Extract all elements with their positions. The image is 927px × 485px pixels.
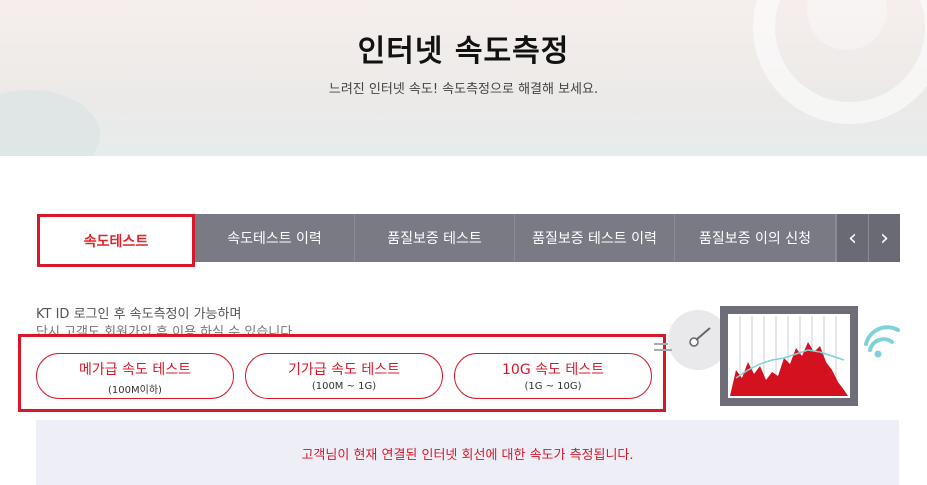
button-range: (100M ~ 1G) [311,381,377,392]
tab-label: 품질보증 테스트 [387,231,482,247]
chevron-left-icon[interactable]: ‹ [836,214,868,262]
button-label: 메가급 속도 테스트 [79,362,191,378]
login-notice: KT ID 로그인 후 속도측정이 가능하며 단시 고객도 회원가입 후 이용 … [36,306,296,336]
measurement-info-bar: 고객님이 현재 연결된 인터넷 회선에 대한 속도가 측정됩니다. [36,420,899,485]
tab-speed-test-history[interactable]: 속도테스트 이력 [195,214,355,262]
button-label: 10G 속도 테스트 [502,362,604,378]
notice-line-1: KT ID 로그인 후 속도측정이 가능하며 [36,307,242,322]
chevron-right-glyph: › [880,225,889,251]
measurement-info-text: 고객님이 현재 연결된 인터넷 회선에 대한 속도가 측정됩니다. [301,448,634,463]
wifi-icon-dot [874,350,882,358]
chevron-left-glyph: ‹ [848,225,857,251]
10g-speed-test-button[interactable]: 10G 속도 테스트 (1G ~ 10G) [454,353,652,399]
speed-meter-illustration [654,306,900,406]
chevron-right-icon[interactable]: › [868,214,900,262]
page-header: 인터넷 속도측정 느려진 인터넷 속도! 속도측정으로 해결해 보세요. [0,0,927,156]
tab-label: 속도테스트 [83,233,149,250]
tab-quality-objection[interactable]: 품질보증 이의 신청 [675,214,836,262]
wifi-icon-middle [868,337,894,352]
decorative-blob [0,90,100,156]
mega-speed-test-button[interactable]: 메가급 속도 테스트 (100M이하) [36,353,234,399]
button-label: 기가급 속도 테스트 [288,362,400,378]
tab-label: 품질보증 이의 신청 [699,231,811,247]
tab-speed-test[interactable]: 속도테스트 [37,214,195,267]
tab-label: 속도테스트 이력 [227,231,322,247]
tab-quality-test-history[interactable]: 품질보증 테스트 이력 [515,214,675,262]
button-range: (1G ~ 10G) [524,381,582,392]
button-range: (100M이하) [108,385,162,396]
page-subtitle: 느려진 인터넷 속도! 속도측정으로 해결해 보세요. [328,82,599,97]
tab-bar: 속도테스트 속도테스트 이력 품질보증 테스트 품질보증 테스트 이력 품질보증… [37,214,900,267]
giga-speed-test-button[interactable]: 기가급 속도 테스트 (100M ~ 1G) [245,353,443,399]
tab-quality-test[interactable]: 품질보증 테스트 [355,214,515,262]
page-title: 인터넷 속도측정 [357,34,570,69]
tab-label: 품질보증 테스트 이력 [532,231,657,247]
